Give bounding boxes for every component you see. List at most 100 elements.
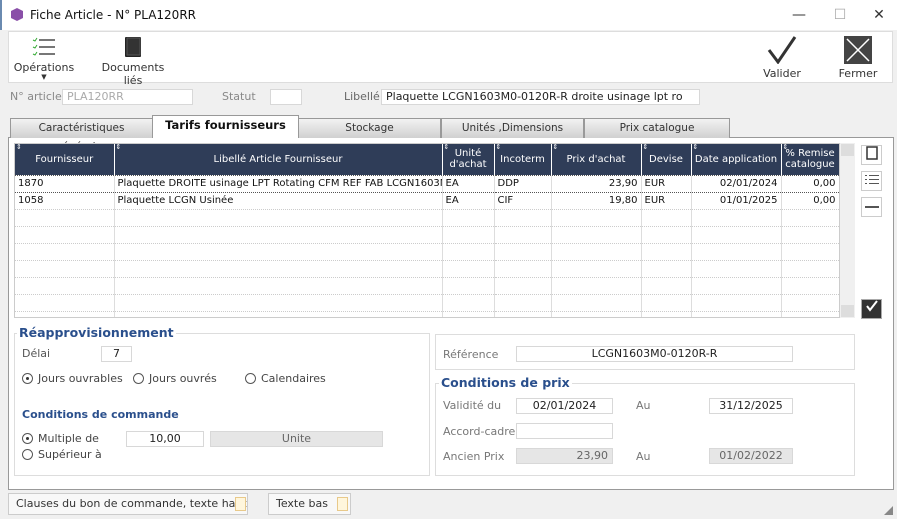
tab-caracteristiques[interactable]: Caractéristiques générales — [10, 118, 153, 153]
cell-date: 01/01/2025 — [691, 192, 782, 210]
multiple-input[interactable]: 10,00 — [126, 431, 204, 447]
cell-libelle: Plaquette LCGN Usinée — [114, 192, 443, 210]
delai-label: Délai — [22, 347, 51, 360]
radio-label: Jours ouvrés — [149, 372, 217, 385]
cell-incoterm: DDP — [494, 174, 552, 193]
tab-prix-catalogue[interactable]: Prix catalogue — [584, 118, 730, 138]
conditions-prix-title: Conditions de prix — [439, 375, 572, 390]
cell-fournisseur: 1058 — [15, 192, 115, 210]
col-prix[interactable]: Prix d'achat — [551, 144, 642, 175]
col-unite[interactable]: Unité d'achat — [442, 144, 495, 175]
radio-multiple-de[interactable]: Multiple de — [22, 432, 99, 445]
statut-input[interactable] — [270, 89, 302, 105]
radio-jours-ouvres[interactable]: Jours ouvrés — [133, 372, 217, 385]
close-box-icon — [844, 36, 872, 64]
radio-calendaires[interactable]: Calendaires — [245, 372, 326, 385]
empty-row — [15, 311, 839, 317]
conditions-commande-title: Conditions de commande — [20, 408, 181, 421]
title-bar: Fiche Article - N° PLA120RR — ☐ ✕ — [0, 0, 897, 30]
radio-unchecked-icon — [22, 449, 33, 460]
list-button[interactable] — [861, 171, 882, 191]
radio-checked-icon — [22, 373, 33, 384]
col-devise[interactable]: Devise — [641, 144, 692, 175]
close-button[interactable]: ✕ — [864, 4, 894, 26]
cell-unite: EA — [442, 174, 495, 193]
cell-unite: EA — [442, 192, 495, 210]
maximize-button[interactable]: ☐ — [825, 4, 855, 26]
col-fournisseur[interactable]: Fournisseur — [15, 144, 115, 175]
validate-row-button[interactable] — [861, 299, 882, 319]
table-row[interactable]: 1870 Plaquette DROITE usinage LPT Rotati… — [15, 174, 839, 193]
checklist-icon — [32, 37, 55, 56]
texte-bas-button[interactable]: Texte bas — [268, 493, 351, 515]
empty-row — [15, 260, 839, 278]
resize-grip-icon[interactable] — [884, 506, 893, 515]
cell-prix: 23,90 — [551, 174, 642, 193]
valider-button[interactable]: Valider — [757, 36, 807, 80]
documents-lies-button[interactable]: Documents liés — [93, 36, 173, 87]
empty-row — [15, 294, 839, 312]
validite-to-input[interactable]: 31/12/2025 — [709, 398, 793, 414]
tab-unites-dimensions[interactable]: Unités ,Dimensions — [441, 118, 584, 138]
cell-date: 02/01/2024 — [691, 174, 782, 193]
note-icon — [235, 497, 246, 511]
cell-devise: EUR — [641, 192, 692, 210]
documents-label: Documents liés — [101, 61, 165, 87]
tab-tarifs-fournisseurs[interactable]: Tarifs fournisseurs — [152, 115, 299, 138]
ancien-date-field: 01/02/2022 — [709, 448, 793, 464]
radio-unchecked-icon — [133, 373, 144, 384]
window-title: Fiche Article - N° PLA120RR — [30, 8, 196, 22]
texte-bas-label: Texte bas — [276, 497, 328, 510]
supplier-grid: Fournisseur Libellé Article Fournisseur … — [14, 143, 840, 318]
fermer-label: Fermer — [838, 67, 878, 80]
empty-row — [15, 277, 839, 295]
checkbox-checked-icon — [865, 300, 878, 312]
table-row[interactable]: 1058 Plaquette LCGN Usinée EA CIF 19,80 … — [15, 192, 839, 210]
col-remise[interactable]: % Remise catalogue — [781, 144, 839, 175]
book-icon — [125, 37, 141, 57]
new-row-button[interactable] — [861, 145, 882, 165]
cell-devise: EUR — [641, 174, 692, 193]
toolbar: Opérations ▼ Documents liés Valider Ferm… — [8, 31, 893, 87]
col-date[interactable]: Date application — [691, 144, 782, 175]
scroll-up-button[interactable] — [841, 144, 854, 156]
ancien-prix-field: 23,90 — [516, 448, 613, 464]
cell-libelle: Plaquette DROITE usinage LPT Rotating CF… — [114, 174, 443, 193]
reference-label: Référence — [443, 348, 499, 361]
grid-scrollbar[interactable] — [840, 143, 855, 318]
tab-stockage[interactable]: Stockage — [298, 118, 441, 138]
list-icon — [864, 175, 879, 184]
valider-label: Valider — [763, 67, 801, 80]
radio-superieur[interactable]: Supérieur à — [22, 448, 102, 461]
empty-row — [15, 243, 839, 261]
reference-input[interactable]: LCGN1603M0-0120R-R — [516, 346, 793, 362]
libelle-input[interactable]: Plaquette LCGN1603M0-0120R-R droite usin… — [381, 89, 700, 105]
delai-input[interactable]: 7 — [101, 346, 132, 362]
validite-label: Validité du — [443, 399, 502, 412]
reappro-title: Réapprovisionnement — [17, 325, 176, 340]
minimize-button[interactable]: — — [784, 4, 814, 26]
accord-cadre-label: Accord-cadre — [443, 425, 516, 438]
radio-label: Jours ouvrables — [38, 372, 123, 385]
radio-jours-ouvrables[interactable]: Jours ouvrables — [22, 372, 123, 385]
col-libelle[interactable]: Libellé Article Fournisseur — [114, 144, 443, 175]
remove-row-button[interactable] — [861, 197, 882, 217]
fermer-button[interactable]: Fermer — [833, 36, 883, 80]
app-icon — [11, 8, 23, 21]
cell-remise: 0,00 — [781, 192, 839, 210]
ancien-au-label: Au — [636, 450, 651, 463]
libelle-label: Libellé — [344, 90, 380, 103]
ancien-prix-label: Ancien Prix — [443, 450, 505, 463]
validite-from-input[interactable]: 02/01/2024 — [516, 398, 613, 414]
cell-fournisseur: 1870 — [15, 174, 115, 193]
empty-row — [15, 209, 839, 227]
accord-cadre-input[interactable] — [516, 423, 613, 439]
col-incoterm[interactable]: Incoterm — [494, 144, 552, 175]
operations-button[interactable]: Opérations ▼ — [13, 36, 75, 81]
note-icon — [337, 497, 348, 511]
scroll-down-button[interactable] — [841, 305, 854, 317]
article-label: N° article — [10, 90, 62, 103]
radio-label: Supérieur à — [38, 448, 102, 461]
clauses-texte-haut-button[interactable]: Clauses du bon de commande, texte haut — [8, 493, 248, 515]
article-input[interactable]: PLA120RR — [62, 89, 193, 105]
